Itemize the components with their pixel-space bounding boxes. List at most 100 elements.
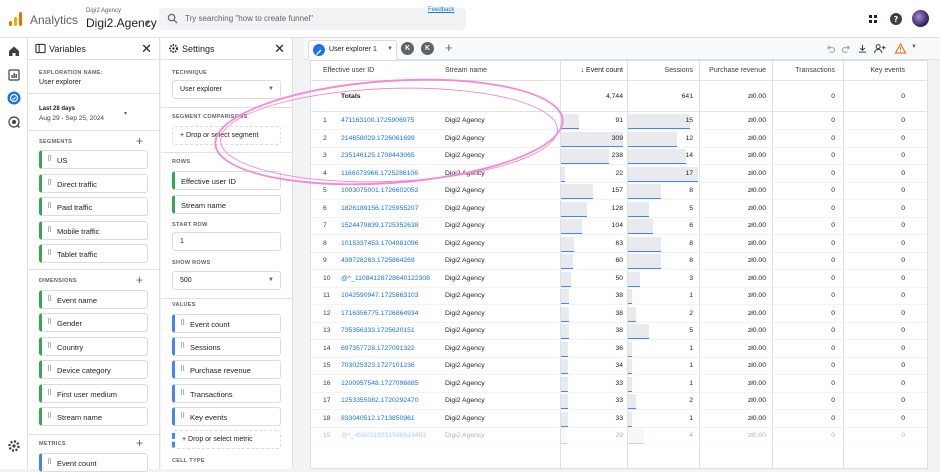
advertising-icon[interactable] <box>7 115 21 129</box>
start-row-input[interactable]: 1 <box>172 232 281 251</box>
drag-handle-icon[interactable]: ⠿ <box>180 412 185 420</box>
drag-handle-icon[interactable]: ⠿ <box>47 389 52 397</box>
value-chip[interactable]: ⠿ Sessions <box>172 337 281 356</box>
account-chevron-icon[interactable]: ▾ <box>145 18 150 29</box>
admin-gear-icon[interactable] <box>7 439 21 453</box>
value-chip[interactable]: ⠿ Transactions <box>172 384 281 403</box>
col-header-transactions[interactable]: Transactions <box>771 61 835 80</box>
drag-handle-icon[interactable]: ⠿ <box>47 365 52 373</box>
add-segment-icon[interactable]: + <box>136 134 143 148</box>
user-id-link[interactable]: 214658029.1726061699 <box>341 135 415 142</box>
user-id-link[interactable]: 697357728.1727091322 <box>341 345 415 352</box>
user-id-link[interactable]: @^_4560119931586916453 <box>341 432 426 439</box>
drag-handle-icon[interactable]: ⠿ <box>47 295 52 303</box>
segment-chip[interactable]: ⠿ Tablet traffic <box>39 244 148 263</box>
redo-icon[interactable] <box>841 43 852 54</box>
date-chevron-icon[interactable]: ▾ <box>124 110 127 117</box>
feedback-link[interactable]: Feedback <box>428 7 454 13</box>
col-header-event-count[interactable]: ↓ Event count <box>561 61 623 80</box>
add-dimension-icon[interactable]: + <box>136 273 143 287</box>
value-chip[interactable]: ⠿ Purchase revenue <box>172 360 281 379</box>
col-header-sessions[interactable]: Sessions <box>631 61 693 80</box>
col-header-stream[interactable]: Stream name <box>445 61 487 80</box>
account-label[interactable]: Digi2 Agency <box>86 8 121 14</box>
segment-drop-zone[interactable]: + Drop or select segment <box>172 126 281 145</box>
technique-select[interactable]: User explorer ▼ <box>172 80 281 99</box>
metric-drop-zone[interactable]: + Drop or select metric <box>172 430 281 449</box>
show-rows-select[interactable]: 500 ▼ <box>172 271 281 290</box>
close-icon[interactable]: ✕ <box>141 41 152 57</box>
user-id-link[interactable]: 1042590947.1725863103 <box>341 292 419 299</box>
reports-icon[interactable] <box>7 68 21 82</box>
warning-dropdown-icon[interactable]: ▼ <box>911 44 917 50</box>
warning-icon[interactable] <box>894 43 907 54</box>
exploration-name[interactable]: User explorer <box>39 79 81 86</box>
metric-chip[interactable]: ⠿ Event count <box>39 453 148 472</box>
close-icon[interactable]: ✕ <box>274 41 285 57</box>
user-id-link[interactable]: 1015337453.1704981096 <box>341 240 419 247</box>
user-id-link[interactable]: 235146125.1708443065 <box>341 152 415 159</box>
col-header-user-id[interactable]: Effective user ID <box>323 61 374 80</box>
segment-chip[interactable]: ⠿ US <box>39 150 148 169</box>
tab-k-2[interactable]: K <box>421 42 434 55</box>
drag-handle-icon[interactable]: ⠿ <box>180 389 185 397</box>
dimension-chip[interactable]: ⠿ Event name <box>39 290 148 309</box>
user-id-link[interactable]: 1253355082.1720292470 <box>341 397 419 404</box>
dimension-chip[interactable]: ⠿ Stream name <box>39 407 148 426</box>
user-id-link[interactable]: 703025323.1727101236 <box>341 362 415 369</box>
tab-k-1[interactable]: K <box>401 42 414 55</box>
share-user-icon[interactable] <box>873 43 887 54</box>
row-chip[interactable]: Stream name <box>172 195 281 214</box>
tab-dropdown-icon[interactable]: ▼ <box>387 46 393 52</box>
user-id-link[interactable]: 735356333.1725620151 <box>341 327 415 334</box>
user-id-link[interactable]: 1826189156.1725955207 <box>341 205 419 212</box>
explore-icon[interactable] <box>7 91 21 105</box>
tab-user-explorer[interactable]: User explorer 1 ▼ <box>308 40 397 60</box>
date-preset[interactable]: Last 28 days <box>39 106 75 112</box>
user-id-link[interactable]: 471163100.1725906975 <box>341 117 414 124</box>
dimension-chip[interactable]: ⠿ First user medium <box>39 384 148 403</box>
search-bar[interactable]: Try searching "how to create funnel" <box>159 8 466 30</box>
user-id-link[interactable]: 833040512.1713850961 <box>341 415 415 422</box>
col-header-revenue[interactable]: Purchase revenue <box>696 61 766 80</box>
drag-handle-icon[interactable]: ⠿ <box>47 458 52 466</box>
home-icon[interactable] <box>7 44 21 58</box>
user-id-link[interactable]: 1166073966.1725286106 <box>341 170 418 177</box>
user-id-link[interactable]: @^_11084128728640122308 <box>341 275 430 282</box>
undo-icon[interactable] <box>825 43 836 54</box>
value-chip[interactable]: ⠿ Event count <box>172 314 281 333</box>
user-id-link[interactable]: 439728263.1725864269 <box>341 257 415 264</box>
drag-handle-icon[interactable]: ⠿ <box>180 365 185 373</box>
segment-chip[interactable]: ⠿ Paid traffic <box>39 197 148 216</box>
dimension-chip[interactable]: ⠿ Gender <box>39 313 148 332</box>
avatar[interactable] <box>912 10 929 27</box>
help-icon[interactable]: ? <box>889 12 903 26</box>
user-id-link[interactable]: 1524479839.1725352638 <box>341 222 419 229</box>
drag-handle-icon[interactable]: ⠿ <box>180 342 185 350</box>
drag-handle-icon[interactable]: ⠿ <box>47 226 52 234</box>
apps-grid-icon[interactable] <box>866 12 880 26</box>
user-id-link[interactable]: 1003075001.1726602052 <box>341 187 419 194</box>
user-id-link[interactable]: 1716356775.1726864934 <box>341 310 419 317</box>
dimension-chip[interactable]: ⠿ Country <box>39 337 148 356</box>
dimension-chip[interactable]: ⠿ Device category <box>39 360 148 379</box>
value-chip[interactable]: ⠿ Key events <box>172 407 281 426</box>
row-chip[interactable]: Effective user ID <box>172 171 281 190</box>
drag-handle-icon[interactable]: ⠿ <box>47 412 52 420</box>
drag-handle-icon[interactable]: ⠿ <box>47 155 52 163</box>
drag-handle-icon[interactable]: ⠿ <box>47 179 52 187</box>
app-name[interactable]: Analytics <box>30 13 78 27</box>
download-icon[interactable] <box>857 43 868 54</box>
drag-handle-icon[interactable]: ⠿ <box>47 202 52 210</box>
segment-chip[interactable]: ⠿ Direct traffic <box>39 174 148 193</box>
segment-chip[interactable]: ⠿ Mobile traffic <box>39 221 148 240</box>
add-tab-icon[interactable]: + <box>445 40 453 55</box>
analytics-logo-icon[interactable] <box>9 12 22 26</box>
date-range[interactable]: Aug 29 - Sep 25, 2024 <box>39 115 104 122</box>
add-metric-icon[interactable]: + <box>136 436 143 450</box>
col-header-key-events[interactable]: Key events <box>841 61 905 80</box>
drag-handle-icon[interactable]: ⠿ <box>180 319 185 327</box>
drag-handle-icon[interactable]: ⠿ <box>47 249 52 257</box>
drag-handle-icon[interactable]: ⠿ <box>47 342 52 350</box>
user-id-link[interactable]: 1200957548.1727096885 <box>341 380 419 387</box>
